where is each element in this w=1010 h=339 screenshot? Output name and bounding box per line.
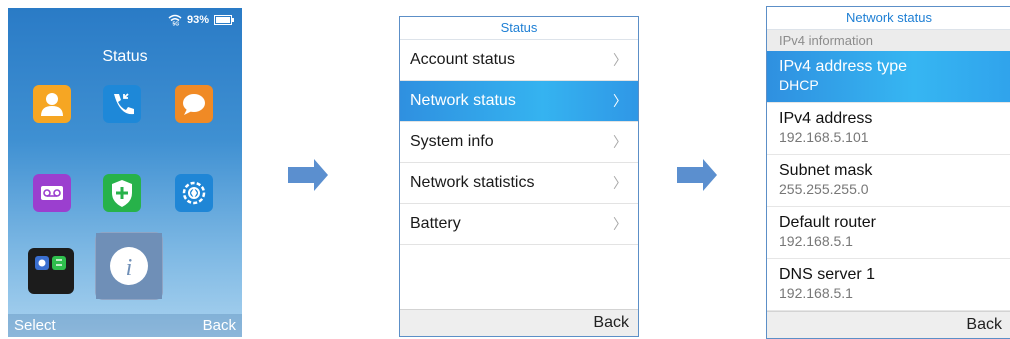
info-value: 192.168.5.1 [779, 285, 853, 301]
info-value: 192.168.5.1 [779, 233, 853, 249]
call-history-icon[interactable] [103, 85, 141, 123]
status-menu-title: Status [400, 17, 638, 40]
status-menu-screen: Status Account status 〉 Network status 〉… [399, 16, 639, 337]
info-item-ipv4-address-type[interactable]: IPv4 address type DHCP [767, 51, 1010, 103]
arrow-right-icon [288, 159, 328, 191]
signal-text: 5G [172, 22, 179, 27]
info-label: Subnet mask [779, 162, 873, 179]
menu-item-label: Network status [410, 92, 516, 109]
status-bar: 5G 93% [168, 13, 234, 27]
home-title: Status [102, 48, 148, 65]
home-screen: 5G 93% Status i Select Back [8, 8, 242, 337]
menu-item-network-status[interactable]: Network status 〉 [400, 81, 638, 122]
arrow-right-icon [677, 159, 717, 191]
info-value: 255.255.255.0 [779, 181, 869, 197]
voicemail-icon[interactable] [33, 174, 71, 212]
info-label: Default router [779, 214, 876, 231]
info-item-default-router[interactable]: Default router 192.168.5.1 [767, 207, 1010, 259]
network-status-screen: Network status IPv4 information IPv4 add… [766, 6, 1010, 339]
menu-item-label: Account status [410, 51, 515, 68]
info-value: DHCP [779, 77, 819, 93]
menu-item-battery[interactable]: Battery 〉 [400, 204, 638, 245]
battery-icon [214, 15, 234, 25]
apps-icon[interactable] [28, 248, 74, 294]
menu-item-label: System info [410, 133, 494, 150]
chevron-right-icon: 〉 [613, 93, 627, 109]
info-label: IPv4 address type [779, 58, 908, 75]
wifi-signal-icon: 5G [168, 14, 182, 26]
info-value: 192.168.5.101 [779, 129, 869, 145]
menu-item-network-statistics[interactable]: Network statistics 〉 [400, 163, 638, 204]
menu-item-account-status[interactable]: Account status 〉 [400, 40, 638, 81]
home-softkeys: Select Back [8, 314, 242, 337]
menu-item-system-info[interactable]: System info 〉 [400, 122, 638, 163]
menu-item-label: Network statistics [410, 174, 535, 191]
chevron-right-icon: 〉 [613, 134, 627, 150]
info-item-ipv4-address[interactable]: IPv4 address 192.168.5.101 [767, 103, 1010, 155]
network-status-title: Network status [767, 7, 1010, 30]
back-softkey[interactable]: Back [593, 314, 629, 332]
select-softkey[interactable]: Select [14, 317, 56, 334]
chevron-right-icon: 〉 [613, 52, 627, 68]
chevron-right-icon: 〉 [613, 175, 627, 191]
security-icon[interactable] [103, 174, 141, 212]
network-status-softkeys: Back [767, 311, 1010, 338]
status-menu-softkeys: Back [400, 309, 638, 336]
section-header: IPv4 information [767, 30, 1010, 51]
info-label: IPv4 address [779, 110, 873, 127]
info-label: DNS server 1 [779, 266, 876, 283]
chevron-right-icon: 〉 [613, 216, 627, 232]
menu-item-label: Battery [410, 215, 461, 232]
info-item-dns-server-1[interactable]: DNS server 1 192.168.5.1 [767, 259, 1010, 311]
battery-percent: 93% [186, 14, 209, 26]
settings-icon[interactable] [175, 174, 213, 212]
svg-text:i: i [126, 255, 133, 281]
messages-icon[interactable] [175, 85, 213, 123]
info-icon[interactable]: i [95, 232, 163, 300]
contacts-icon[interactable] [33, 85, 71, 123]
back-softkey[interactable]: Back [203, 317, 236, 334]
info-item-subnet-mask[interactable]: Subnet mask 255.255.255.0 [767, 155, 1010, 207]
back-softkey[interactable]: Back [966, 316, 1002, 334]
